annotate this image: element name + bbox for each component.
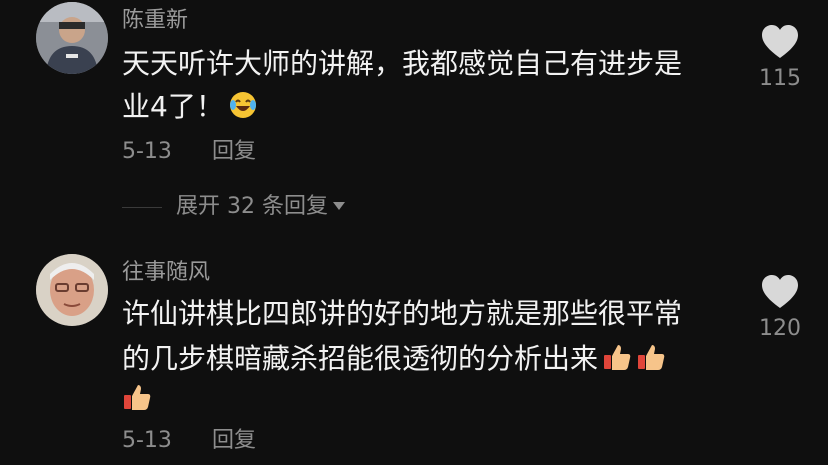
- like-count: 120: [759, 316, 801, 341]
- comment-date: 5-13: [122, 428, 172, 453]
- comment-text-line: 天天听许大师的讲解，我都感觉自己有进步是: [122, 47, 683, 80]
- comment-text-line: [122, 382, 152, 413]
- heart-icon[interactable]: [760, 24, 800, 60]
- expand-replies-label: 展开 32 条回复: [176, 194, 328, 219]
- comment-text-fragment: 业4了！: [122, 90, 224, 123]
- comment-username[interactable]: 往事随风: [122, 262, 210, 284]
- comment-username[interactable]: 陈重新: [122, 10, 188, 32]
- reply-button[interactable]: 回复: [212, 430, 256, 452]
- avatar[interactable]: [36, 2, 108, 74]
- comment-text-line: 的几步棋暗藏杀招能很透彻的分析出来: [122, 342, 666, 373]
- avatar-image: [36, 2, 108, 74]
- avatar[interactable]: [36, 254, 108, 326]
- heart-icon[interactable]: [760, 274, 800, 310]
- comment-text-line: 许仙讲棋比四郎讲的好的地方就是那些很平常: [122, 297, 683, 330]
- laughing-tears-emoji-icon: [229, 92, 256, 118]
- chevron-down-icon: [332, 202, 345, 210]
- divider: [122, 207, 162, 208]
- thumbs-up-emoji-icon: [604, 345, 631, 370]
- expand-replies-button[interactable]: 展开 32 条回复: [176, 196, 346, 218]
- comment-text-fragment: 的几步棋暗藏杀招能很透彻的分析出来: [122, 342, 599, 375]
- comment-text-line: 业4了！: [122, 90, 258, 121]
- like-count: 115: [759, 66, 801, 91]
- reply-button[interactable]: 回复: [212, 141, 256, 163]
- avatar-image: [36, 254, 108, 326]
- thumbs-up-emoji-icon: [124, 385, 151, 410]
- comment-date: 5-13: [122, 139, 172, 164]
- thumbs-up-emoji-icon: [638, 345, 665, 370]
